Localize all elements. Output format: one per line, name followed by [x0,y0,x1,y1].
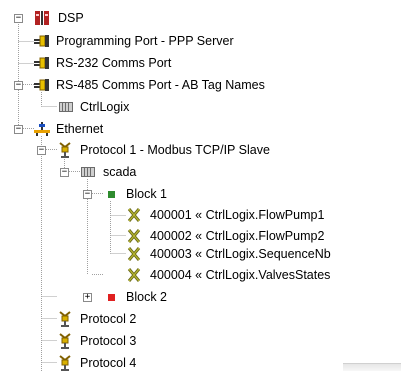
mapping-cross-icon [126,246,142,262]
mapping-cross-icon [126,207,142,223]
device-block-icon [58,99,74,115]
tree-node-scada[interactable]: − scada [0,161,200,183]
tree-node-rs485-port[interactable]: − RS-485 Comms Port - AB Tag Names [0,74,340,96]
device-block-icon [80,164,96,180]
ethernet-network-icon [34,121,50,137]
horizontal-scrollbar[interactable] [343,363,401,371]
tree-node-block-1[interactable]: − Block 1 [0,183,200,205]
protocol-plug-icon [57,333,73,349]
protocol-plug-icon [57,355,73,371]
tree-node-dsp[interactable]: − DSP [0,7,200,29]
tree-node-label: Block 2 [126,290,167,304]
tree-node-label: Protocol 3 [80,334,137,348]
collapse-toggle[interactable]: − [14,125,23,134]
collapse-toggle[interactable]: − [14,14,23,23]
tree-node-label: RS-485 Comms Port - AB Tag Names [56,78,265,92]
tree-node-rs232-port[interactable]: RS-232 Comms Port [0,52,320,74]
tree-node-ethernet[interactable]: − Ethernet [0,118,200,140]
tree-node-mapping[interactable]: 400003 « CtrlLogix.SequenceNb [0,243,401,265]
protocol-plug-icon [57,311,73,327]
tree-node-label: Programming Port - PPP Server [56,34,234,48]
tree-view[interactable]: − DSP Programming Port - PPP Server RS-2… [0,0,401,371]
tree-node-ctrllogix[interactable]: CtrlLogix [0,96,200,118]
expand-toggle[interactable]: + [83,293,92,302]
mapping-cross-icon [126,267,142,283]
tree-node-label: scada [103,165,137,179]
tree-node-label: Ethernet [56,122,104,136]
block-status-icon [103,186,119,202]
dsp-device-icon [34,10,50,26]
mapping-cross-icon [126,228,142,244]
tree-node-label: Protocol 2 [80,312,137,326]
tree-node-label: Block 1 [126,187,167,201]
tree-node-protocol-2[interactable]: Protocol 2 [0,308,200,330]
port-connector-icon [34,55,50,71]
tree-node-programming-port[interactable]: Programming Port - PPP Server [0,30,320,52]
tree-node-mapping[interactable]: 400001 « CtrlLogix.FlowPump1 [0,204,401,226]
protocol-plug-icon [57,142,73,158]
tree-node-label: 400003 « CtrlLogix.SequenceNb [150,247,331,261]
tree-node-label: CtrlLogix [80,100,130,114]
tree-node-mapping[interactable]: 400004 « CtrlLogix.ValvesStates [0,264,401,286]
tree-node-label: DSP [58,11,84,25]
collapse-toggle[interactable]: − [60,168,69,177]
tree-node-label: 400004 « CtrlLogix.ValvesStates [150,268,331,282]
collapse-toggle[interactable]: − [37,146,46,155]
tree-node-block-2[interactable]: + Block 2 [0,286,200,308]
tree-node-protocol-3[interactable]: Protocol 3 [0,330,200,352]
port-connector-icon [34,33,50,49]
collapse-toggle[interactable]: − [14,81,23,90]
block-status-icon [103,289,119,305]
tree-node-label: RS-232 Comms Port [56,56,172,70]
port-connector-icon [34,77,50,93]
tree-node-label: 400001 « CtrlLogix.FlowPump1 [150,208,325,222]
collapse-toggle[interactable]: − [83,190,92,199]
tree-node-protocol-1[interactable]: − Protocol 1 - Modbus TCP/IP Slave [0,139,370,161]
tree-node-label: Protocol 1 - Modbus TCP/IP Slave [80,143,270,157]
